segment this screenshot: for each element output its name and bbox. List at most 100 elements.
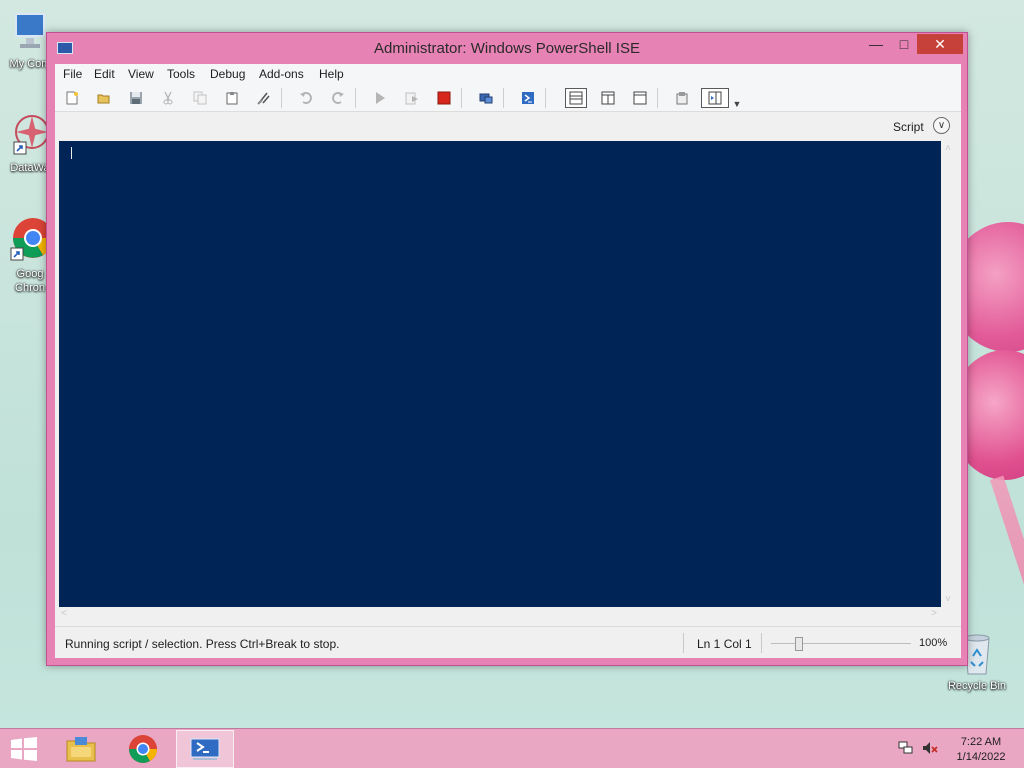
clock[interactable]: 7:22 AM 1/14/2022	[948, 735, 1014, 765]
maximize-button[interactable]: □	[891, 34, 917, 54]
toolbar-separator	[355, 88, 356, 108]
menu-debug[interactable]: Debug	[210, 67, 245, 81]
stop-button[interactable]	[433, 88, 455, 108]
vertical-scrollbar[interactable]: ˄ ˅	[941, 141, 957, 607]
start-powershell-icon	[522, 92, 534, 104]
taskbar-chrome[interactable]	[114, 730, 172, 768]
chrome-icon	[129, 735, 157, 763]
paste-icon	[226, 92, 238, 105]
clock-time: 7:22 AM	[960, 736, 1002, 748]
undo-button[interactable]	[295, 88, 317, 108]
copy-button[interactable]	[189, 88, 211, 108]
script-pane-right-icon	[601, 91, 615, 105]
toolbar-separator	[281, 88, 282, 108]
close-button[interactable]: ✕	[917, 34, 963, 54]
menu-help[interactable]: Help	[319, 67, 344, 81]
scroll-up-icon[interactable]: ˄	[945, 143, 951, 154]
menu-add-ons[interactable]: Add-ons	[259, 67, 304, 81]
windows-logo-icon	[11, 737, 37, 761]
powershell-ise-window: Administrator: Windows PowerShell ISE — …	[46, 32, 968, 666]
status-bar: Running script / selection. Press Ctrl+B…	[55, 626, 961, 658]
window-title: Administrator: Windows PowerShell ISE	[374, 40, 640, 57]
menu-file[interactable]: File	[63, 67, 82, 81]
run-script-icon	[376, 92, 385, 104]
file-explorer-icon	[66, 737, 96, 762]
show-commands-window-icon	[676, 92, 688, 105]
taskbar-powershell-ise[interactable]	[176, 730, 234, 768]
title-bar[interactable]: Administrator: Windows PowerShell ISE — …	[47, 33, 967, 63]
overflow-icon: ▼	[732, 99, 742, 109]
window-client-area: File Edit View Tools Debug Add-ons Help	[55, 64, 961, 658]
scroll-left-icon[interactable]: <	[61, 608, 67, 619]
chrome-icon	[10, 218, 53, 261]
console-pane[interactable]	[59, 141, 941, 607]
show-script-pane-maximized-button[interactable]	[629, 88, 651, 108]
toolbar-overflow-button[interactable]: ▼	[731, 94, 743, 114]
new-remote-tab-button[interactable]	[475, 88, 497, 108]
cut-button[interactable]	[157, 88, 179, 108]
menu-bar: File Edit View Tools Debug Add-ons Help	[55, 64, 961, 84]
new-remote-tab-icon	[479, 93, 493, 104]
zoom-slider-thumb[interactable]	[795, 637, 803, 651]
clock-date: 1/14/2022	[956, 751, 1006, 763]
run-selection-button[interactable]	[401, 88, 423, 108]
status-separator	[761, 633, 762, 653]
copy-icon	[193, 91, 207, 105]
show-commands-window-button[interactable]	[671, 88, 693, 108]
toolbar-separator	[545, 88, 546, 108]
run-script-button[interactable]	[369, 88, 391, 108]
minimize-button[interactable]: —	[863, 34, 889, 54]
desktop-icon-label: Recycle Bin	[947, 680, 1007, 692]
show-command-addon-button[interactable]	[701, 88, 729, 108]
toolbar-separator	[503, 88, 504, 108]
new-script-button[interactable]	[61, 88, 83, 108]
clear-console-icon	[257, 92, 270, 105]
volume-muted-icon[interactable]	[922, 741, 938, 755]
save-icon	[130, 92, 142, 104]
save-button[interactable]	[125, 88, 147, 108]
show-script-pane-right-button[interactable]	[597, 88, 619, 108]
open-icon	[97, 94, 110, 104]
script-bar: Script ∨	[55, 112, 961, 140]
show-script-pane-top-button[interactable]	[565, 88, 587, 108]
show-command-addon-icon	[708, 91, 722, 105]
taskbar-file-explorer[interactable]	[52, 730, 110, 768]
undo-icon	[300, 92, 312, 104]
toolbar-separator	[461, 88, 462, 108]
stop-icon	[437, 91, 451, 105]
cut-icon	[163, 91, 173, 105]
menu-edit[interactable]: Edit	[94, 67, 115, 81]
status-message: Running script / selection. Press Ctrl+B…	[65, 637, 340, 651]
taskbar: 7:22 AM 1/14/2022	[0, 728, 1024, 768]
status-separator	[683, 633, 684, 653]
network-icon[interactable]	[898, 741, 914, 755]
script-pane-top-icon	[569, 91, 583, 105]
powershell-ise-icon	[190, 738, 220, 760]
redo-icon	[332, 92, 344, 104]
horizontal-scrollbar[interactable]: < >	[59, 607, 941, 623]
toolbar: ▼	[55, 84, 961, 112]
open-button[interactable]	[93, 88, 115, 108]
script-pane-maximized-icon	[633, 91, 647, 105]
run-selection-icon	[405, 92, 418, 105]
cursor-position: Ln 1 Col 1	[697, 637, 752, 651]
text-cursor	[71, 147, 72, 159]
redo-button[interactable]	[327, 88, 349, 108]
show-script-pane-button[interactable]: ∨	[933, 117, 950, 134]
script-toggle-label[interactable]: Script	[893, 120, 924, 134]
scroll-down-icon[interactable]: ˅	[945, 594, 951, 605]
clear-console-button[interactable]	[253, 88, 275, 108]
zoom-slider-track[interactable]	[771, 643, 911, 644]
zoom-level: 100%	[919, 637, 948, 649]
toolbar-separator	[657, 88, 658, 108]
start-powershell-button[interactable]	[517, 88, 539, 108]
menu-view[interactable]: View	[128, 67, 154, 81]
datawatch-icon	[13, 115, 49, 155]
paste-button[interactable]	[221, 88, 243, 108]
menu-tools[interactable]: Tools	[167, 67, 195, 81]
scroll-right-icon[interactable]: >	[931, 608, 937, 619]
start-button[interactable]	[10, 737, 38, 761]
chevron-down-icon: ∨	[937, 120, 946, 131]
computer-icon	[15, 13, 45, 48]
new-script-icon	[66, 91, 78, 105]
